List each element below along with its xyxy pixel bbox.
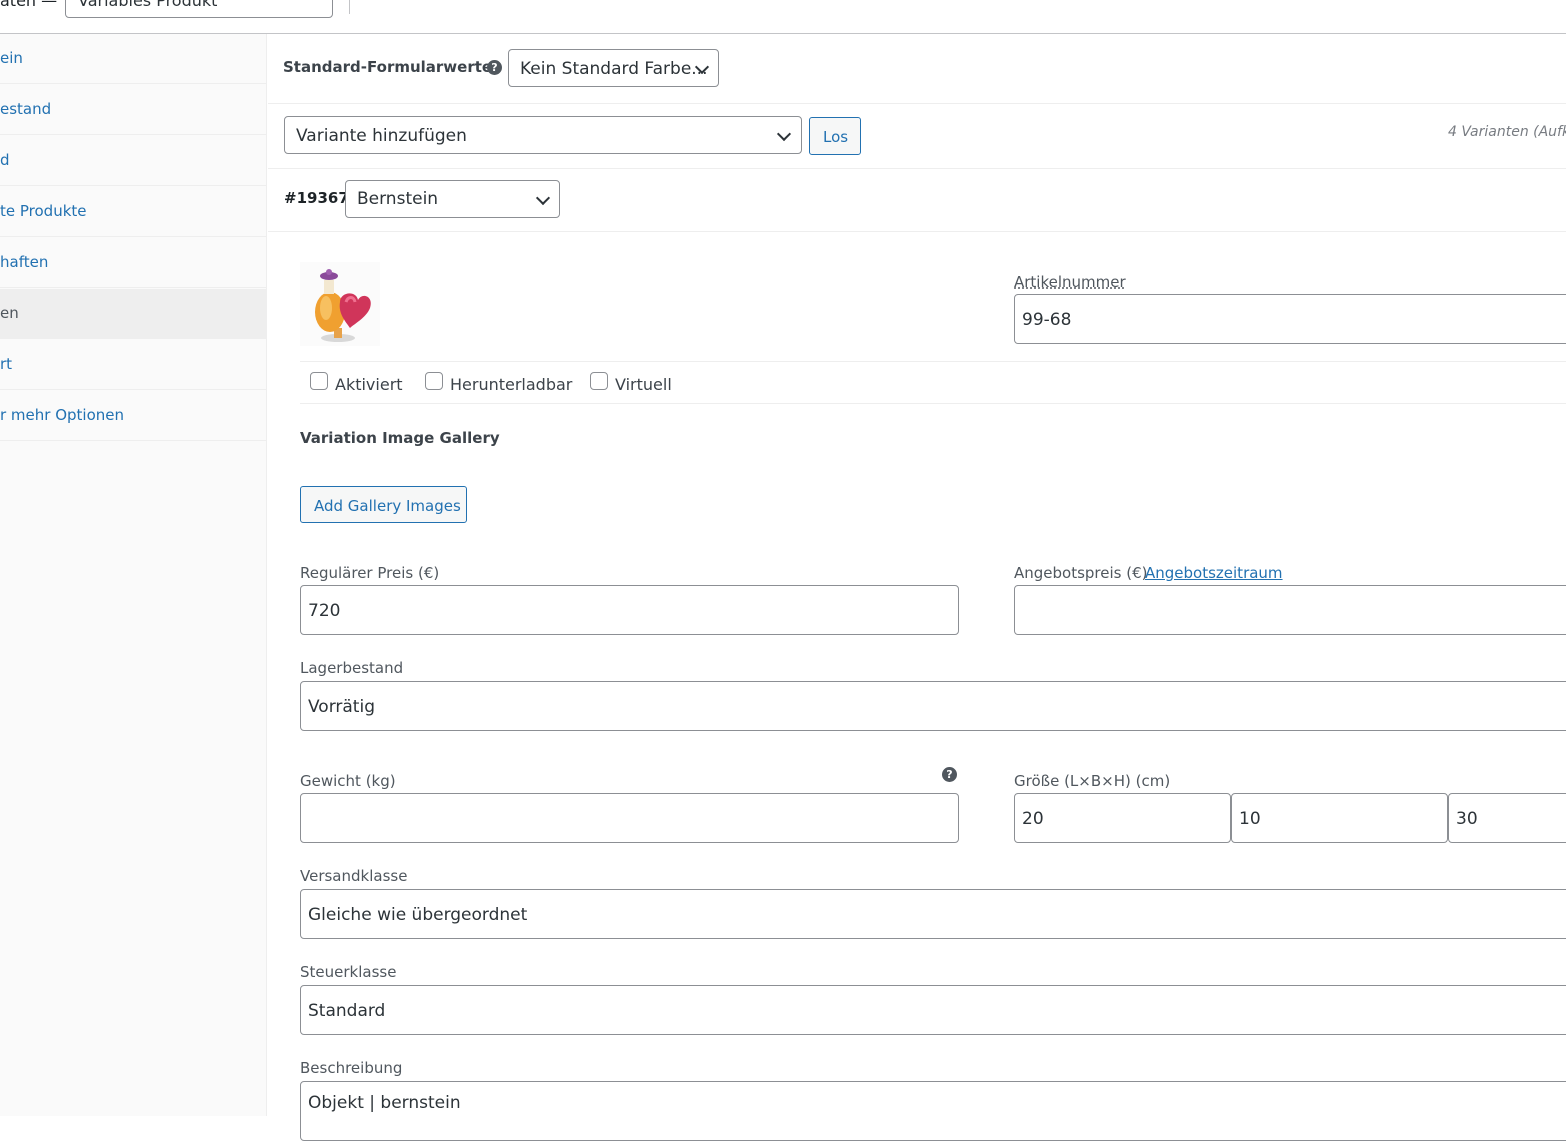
width-field[interactable]: 10: [1231, 793, 1448, 843]
product-data-tabs: ein estand d te Produkte haften en rt r …: [0, 34, 267, 1116]
divider: [300, 403, 1566, 404]
help-icon[interactable]: ?: [487, 60, 502, 75]
length-value: 20: [1022, 809, 1044, 829]
chevron-down-icon: [776, 126, 792, 142]
stock-status-select[interactable]: Vorrätig: [300, 681, 1566, 731]
divider: [268, 231, 1566, 232]
stock-status-value: Vorrätig: [308, 697, 375, 717]
product-type-select[interactable]: Variables Produkt: [65, 0, 333, 18]
virtual-label: Virtuell: [615, 375, 672, 394]
divider: [300, 361, 1566, 362]
sidebar-item-label: te Produkte: [0, 202, 87, 220]
description-value: Objekt | bernstein: [308, 1093, 461, 1113]
sidebar-item-label: ein: [0, 49, 23, 67]
sku-label: Artikelnummer: [1014, 273, 1126, 291]
width-value: 10: [1239, 809, 1261, 829]
shipping-class-select[interactable]: Gleiche wie übergeordnet: [300, 889, 1566, 939]
tax-class-value: Standard: [308, 1001, 386, 1021]
sale-price-field[interactable]: [1014, 585, 1566, 635]
sale-price-label: Angebotspreis (€): [1014, 564, 1148, 582]
virtual-checkbox[interactable]: [590, 372, 608, 390]
sidebar-item-variations[interactable]: en: [0, 289, 266, 339]
sidebar-item-more-options[interactable]: r mehr Optionen: [0, 391, 266, 441]
description-label: Beschreibung: [300, 1059, 403, 1077]
variation-attribute-select[interactable]: Bernstein: [345, 180, 560, 218]
dimensions-label: Größe (L×B×H) (cm): [1014, 772, 1171, 790]
sidebar-item-label: estand: [0, 100, 52, 118]
variations-count[interactable]: 4 Varianten (Aufkl: [1448, 124, 1566, 140]
weight-label: Gewicht (kg): [300, 772, 396, 790]
sidebar-item-shipping[interactable]: d: [0, 136, 266, 186]
height-field[interactable]: 30: [1448, 793, 1566, 843]
product-type-value: Variables Produkt: [78, 0, 218, 10]
sidebar-item-label: en: [0, 304, 19, 322]
go-button[interactable]: Los: [809, 117, 861, 155]
regular-price-label: Regulärer Preis (€): [300, 564, 440, 582]
length-field[interactable]: 20: [1014, 793, 1231, 843]
downloadable-label: Herunterladbar: [450, 375, 573, 394]
divider: [268, 103, 1566, 104]
default-color-value: Kein Standard Farbe...: [520, 59, 708, 79]
variation-id: #19367: [284, 189, 349, 207]
shipping-class-label: Versandklasse: [300, 867, 408, 885]
sidebar-item-advanced[interactable]: rt: [0, 340, 266, 390]
shipping-class-value: Gleiche wie übergeordnet: [308, 905, 528, 925]
enabled-label: Aktiviert: [335, 375, 403, 394]
sidebar-item-label: d: [0, 151, 10, 169]
default-color-select[interactable]: Kein Standard Farbe...: [508, 49, 719, 87]
divider: [268, 168, 1566, 169]
sidebar-item-attributes[interactable]: haften: [0, 238, 266, 288]
perfume-bottle-image: [315, 269, 371, 342]
sidebar-item-label: haften: [0, 253, 49, 271]
chevron-down-icon: [535, 190, 551, 206]
downloadable-checkbox[interactable]: [425, 372, 443, 390]
tax-class-label: Steuerklasse: [300, 963, 397, 981]
add-gallery-images-button[interactable]: Add Gallery Images: [300, 486, 467, 523]
gallery-title: Variation Image Gallery: [300, 429, 500, 447]
sidebar-item-label: r mehr Optionen: [0, 406, 125, 424]
default-form-values-label: Standard-Formularwerte:: [283, 58, 499, 76]
bulk-action-value: Variante hinzufügen: [296, 126, 467, 146]
help-icon[interactable]: ?: [942, 767, 957, 782]
description-textarea[interactable]: Objekt | bernstein: [300, 1081, 1566, 1141]
variation-attribute-value: Bernstein: [357, 189, 439, 209]
stock-status-label: Lagerbestand: [300, 659, 404, 677]
product-data-label: aten —: [0, 0, 58, 10]
bulk-action-select[interactable]: Variante hinzufügen: [284, 116, 802, 154]
sale-schedule-link[interactable]: Angebotszeitraum: [1145, 564, 1283, 582]
regular-price-field[interactable]: 720: [300, 585, 959, 635]
sidebar-item-linked-products[interactable]: te Produkte: [0, 187, 266, 237]
enabled-checkbox[interactable]: [310, 372, 328, 390]
regular-price-value: 720: [308, 601, 341, 621]
go-button-label: Los: [823, 128, 849, 146]
sidebar-item-label: rt: [0, 355, 13, 373]
sidebar-item-inventory[interactable]: estand: [0, 85, 266, 135]
sku-field[interactable]: 99-68: [1014, 294, 1566, 344]
divider: [349, 0, 350, 14]
variation-image[interactable]: [300, 262, 380, 346]
sku-value: 99-68: [1022, 310, 1072, 330]
tax-class-select[interactable]: Standard: [300, 985, 1566, 1035]
height-value: 30: [1456, 809, 1478, 829]
add-gallery-images-label: Add Gallery Images: [314, 497, 461, 515]
sidebar-item-general[interactable]: ein: [0, 34, 266, 84]
weight-field[interactable]: [300, 793, 959, 843]
